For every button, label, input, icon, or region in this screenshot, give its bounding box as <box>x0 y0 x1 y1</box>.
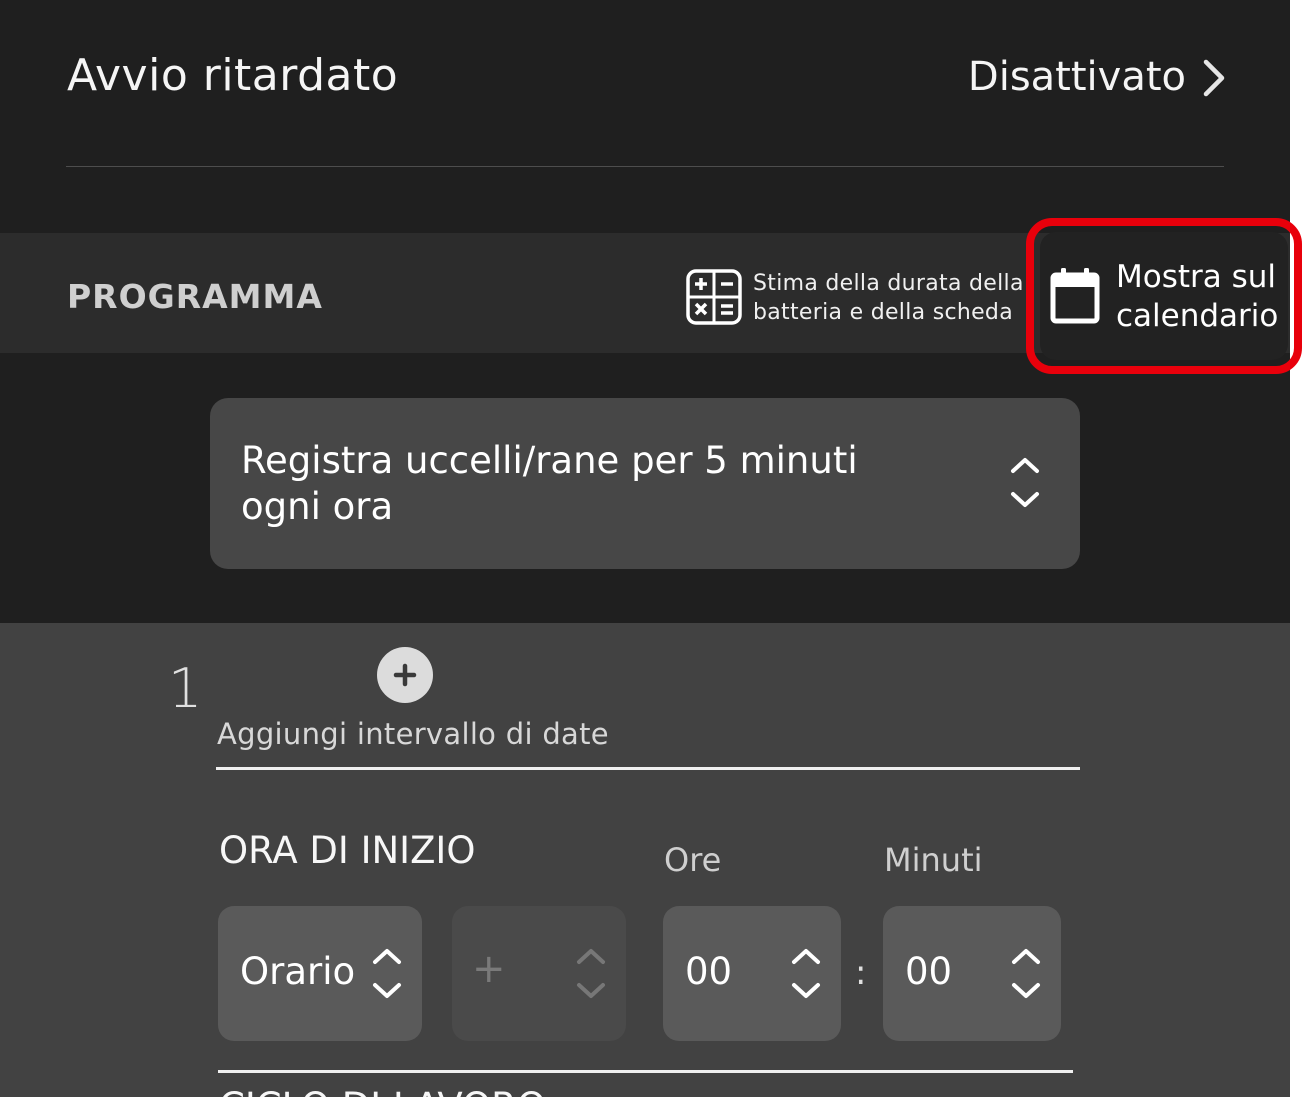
show-calendar-button[interactable]: Mostra sul calendario <box>1040 232 1288 360</box>
show-calendar-line1: Mostra sul <box>1116 259 1277 295</box>
add-date-range-label[interactable]: Aggiungi intervallo di date <box>217 717 609 751</box>
calculator-icon <box>686 269 742 325</box>
estimate-label-line2: batteria e della scheda <box>753 300 1013 325</box>
show-calendar-line2: calendario <box>1116 298 1279 334</box>
divider <box>218 1070 1073 1073</box>
minutes-label: Minuti <box>884 841 983 879</box>
start-offset-stepper: + <box>452 906 626 1041</box>
duty-cycle-title: CICLO DI LAVORO <box>219 1085 546 1097</box>
hours-stepper[interactable]: 00 <box>663 906 841 1041</box>
chevron-up-down-icon[interactable] <box>789 945 823 1003</box>
plus-circle-icon <box>393 663 417 687</box>
delayed-start-value[interactable]: Disattivato <box>968 54 1186 100</box>
delayed-start-row[interactable]: Avvio ritardato Disattivato <box>0 0 1290 168</box>
delayed-start-label: Avvio ritardato <box>67 50 399 101</box>
program-title: PROGRAMMA <box>67 277 323 316</box>
hours-value: 00 <box>685 950 733 993</box>
show-calendar-label: Mostra sul calendario <box>1116 258 1278 336</box>
chevron-up-down-icon <box>1011 458 1039 507</box>
schedule-index: 1 <box>168 657 203 720</box>
window-edge <box>1290 0 1302 1097</box>
divider <box>216 767 1080 770</box>
chevron-up-down-icon[interactable] <box>1009 945 1043 1003</box>
chevron-up-down-icon[interactable] <box>370 945 404 1003</box>
minutes-stepper[interactable]: 00 <box>883 906 1061 1041</box>
chevron-right-icon[interactable] <box>1196 56 1232 100</box>
time-separator: : <box>855 953 867 993</box>
chevron-up-down-icon <box>577 949 605 998</box>
program-preset-line1: Registra uccelli/rane per 5 minuti <box>241 439 858 482</box>
divider <box>66 166 1224 167</box>
battery-card-estimate-button[interactable]: Stima della durata della batteria e dell… <box>684 267 1030 327</box>
start-time-title: ORA DI INIZIO <box>219 829 476 872</box>
program-preset-line2: ogni ora <box>241 485 394 528</box>
program-preset-value: Registra uccelli/rane per 5 minuti ogni … <box>241 438 941 530</box>
schedule-block: 1 Aggiungi intervallo di date ORA DI INI… <box>0 623 1290 1097</box>
start-mode-value: Orario <box>240 950 356 993</box>
start-mode-stepper[interactable]: Orario <box>218 906 422 1041</box>
hours-label: Ore <box>664 841 722 879</box>
start-offset-value: + <box>472 946 506 992</box>
add-date-range-button[interactable] <box>377 647 433 703</box>
estimate-label-line1: Stima della durata della <box>753 271 1024 296</box>
minutes-value: 00 <box>905 950 953 993</box>
calendar-icon <box>1050 268 1100 324</box>
program-preset-select[interactable]: Registra uccelli/rane per 5 minuti ogni … <box>210 398 1080 569</box>
estimate-label: Stima della durata della batteria e dell… <box>753 269 1024 327</box>
